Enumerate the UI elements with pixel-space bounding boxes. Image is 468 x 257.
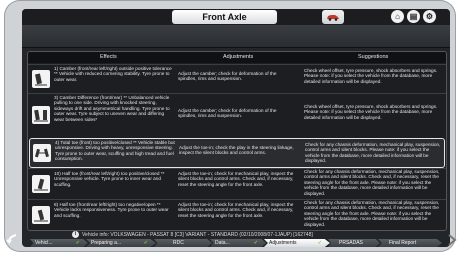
camber-icon bbox=[32, 70, 50, 88]
car-icon[interactable] bbox=[322, 10, 344, 24]
row-suggestions: Check for any chassis deformation, mecha… bbox=[304, 200, 440, 227]
tab-adjustments[interactable]: Adjustments ✓ bbox=[264, 239, 330, 247]
tablet-frame: Front Axle ⌂ ▤ ⚙ Effects Adjustments Sug… bbox=[4, 0, 456, 252]
row-suggestions: Check wheel offset, tyre pressure, shock… bbox=[304, 68, 438, 84]
forward-arrow-icon[interactable] bbox=[447, 233, 457, 247]
table-row[interactable]: 1) Camber (front/rear left/right) outsid… bbox=[28, 64, 446, 93]
info-icon[interactable]: i bbox=[72, 231, 79, 238]
table-row-selected[interactable]: 4) Total toe (front) too positive/closed… bbox=[29, 138, 445, 168]
row-adjustments: Adjust the camber; check for deformation… bbox=[178, 108, 277, 119]
check-icon: ✓ bbox=[317, 240, 322, 246]
row-suggestions: Check wheel offset, tyre pressure, shock… bbox=[304, 104, 438, 120]
row-adjustments: Adjust the camber; check for deformation… bbox=[178, 71, 277, 82]
top-bar: Front Axle ⌂ ▤ ⚙ bbox=[22, 9, 450, 25]
tab-prsadas[interactable]: PRSADAS bbox=[328, 239, 380, 247]
half-toe-open-icon bbox=[32, 206, 50, 224]
check-icon: ✓ bbox=[75, 240, 80, 246]
row-suggestions: Check for any chassis deformation, mecha… bbox=[305, 142, 441, 164]
row-effects: 10) Half toe (front/rear left/right) too… bbox=[54, 171, 165, 187]
home-icon[interactable]: ⌂ bbox=[391, 10, 404, 23]
check-icon: ✓ bbox=[143, 240, 148, 246]
table-row[interactable]: 8) Half toe (front/rear left/right) too … bbox=[28, 199, 446, 230]
row-adjustments: Adjust the toe-in; check for mechanical … bbox=[178, 202, 294, 218]
half-toe-closed-icon bbox=[32, 175, 50, 193]
row-effects: 3) Camber Difference (front/rear) ** Unb… bbox=[54, 95, 170, 122]
diagnosis-table: Effects Adjustments Suggestions 1) Cambe… bbox=[27, 51, 447, 231]
row-effects: 4) Total toe (front) too positive/closed… bbox=[55, 140, 175, 162]
table-header: Effects Adjustments Suggestions bbox=[28, 52, 446, 63]
vehicle-info-text: Vehicle info: VOLKSWAGEN - PASSAT 8 [C3]… bbox=[82, 232, 313, 238]
row-effects: 8) Half toe (front/rear left/right) too … bbox=[54, 202, 169, 218]
page-title: Front Axle bbox=[172, 10, 277, 24]
table-row[interactable]: 10) Half toe (front/rear left/right) too… bbox=[28, 168, 446, 199]
app-screen: Front Axle ⌂ ▤ ⚙ Effects Adjustments Sug… bbox=[22, 9, 450, 247]
table-row[interactable]: 3) Camber Difference (front/rear) ** Unb… bbox=[28, 93, 446, 138]
camber-difference-icon bbox=[32, 106, 50, 124]
row-suggestions: Check for any chassis deformation, mecha… bbox=[304, 169, 440, 196]
tab-preparing[interactable]: Preparing a... ✓ bbox=[86, 239, 156, 247]
tab-vehicle[interactable]: Vehicl... ✓ bbox=[30, 239, 88, 247]
settings-icon[interactable]: ⚙ bbox=[423, 10, 436, 23]
vehicle-info-bar: i Vehicle info: VOLKSWAGEN - PASSAT 8 [C… bbox=[22, 231, 450, 239]
tab-data[interactable]: Data... ✓ bbox=[210, 239, 266, 247]
print-icon[interactable]: ▤ bbox=[407, 10, 420, 23]
row-adjustments: Adjust the toe-in; check the play in the… bbox=[179, 145, 294, 156]
tab-rdc[interactable]: RDC bbox=[154, 239, 212, 247]
total-toe-icon bbox=[33, 144, 51, 162]
tab-final-report[interactable]: Final Report bbox=[378, 239, 442, 247]
row-effects: 1) Camber (front/rear left/right) outsid… bbox=[54, 66, 172, 82]
col-effects: Effects bbox=[100, 54, 117, 60]
workflow-tabs: Vehicl... ✓ Preparing a... ✓ RDC Data... ✓ … bbox=[22, 239, 450, 247]
row-adjustments: Adjust the toe-in; check for mechanical … bbox=[178, 171, 294, 187]
check-icon: ✓ bbox=[253, 240, 258, 246]
col-adjustments: Adjustments bbox=[223, 54, 254, 60]
back-arrow-icon[interactable] bbox=[6, 233, 18, 247]
toolbar-strip bbox=[22, 25, 450, 48]
col-suggestions: Suggestions bbox=[358, 54, 389, 60]
